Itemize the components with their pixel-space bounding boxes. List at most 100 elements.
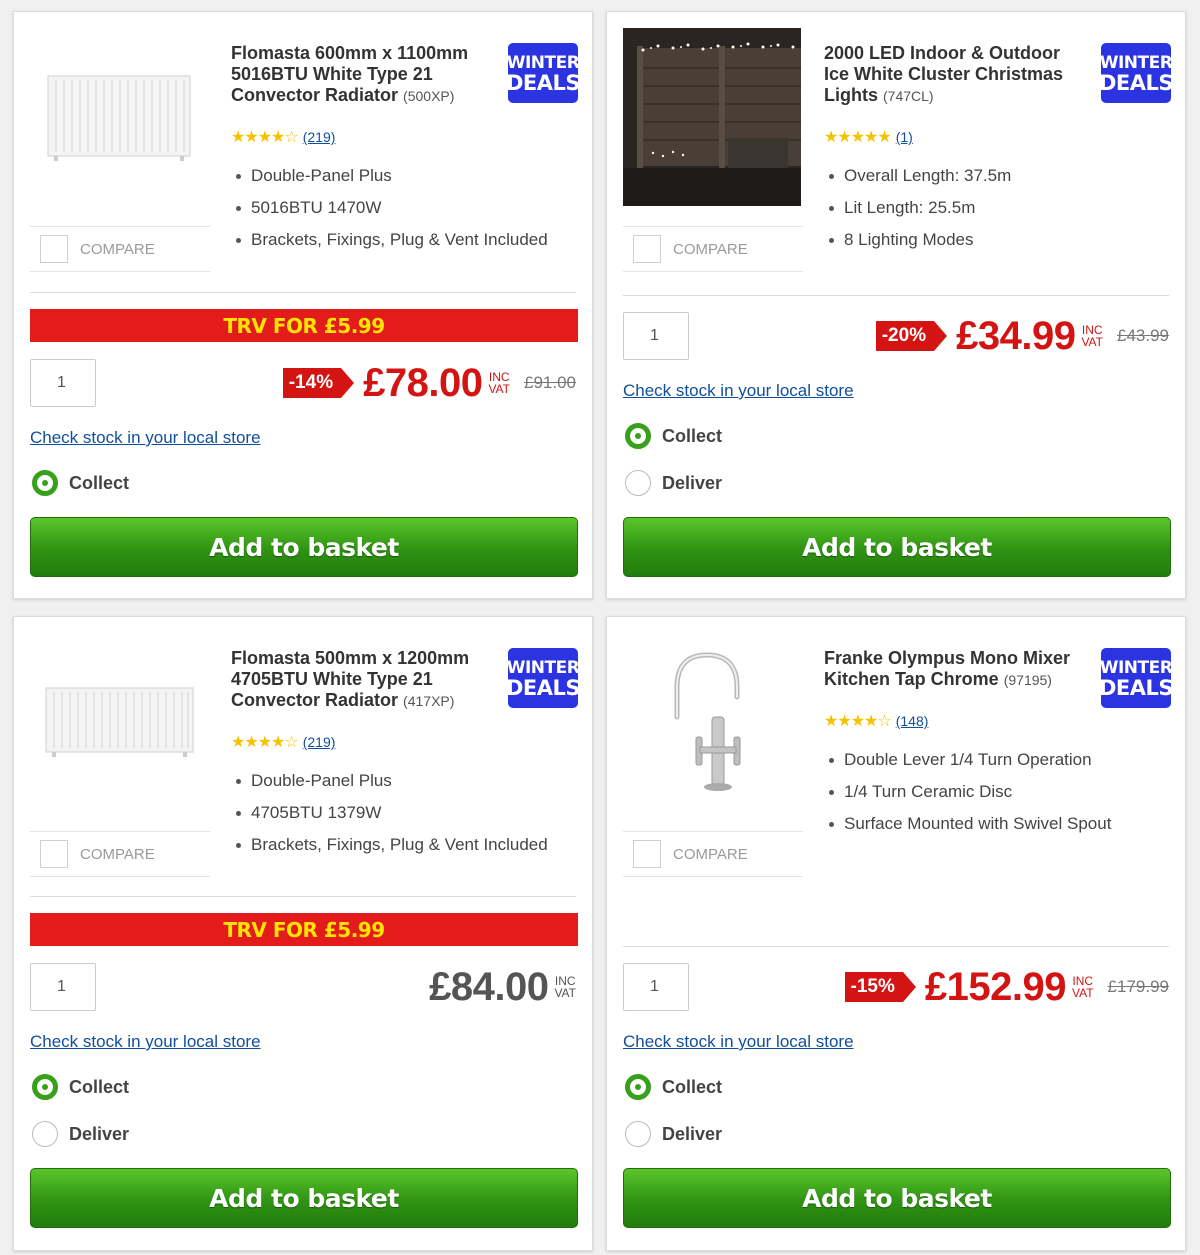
quantity-input[interactable] (623, 312, 689, 360)
price-row: -20% £34.99 INC VAT £43.99 (875, 314, 1169, 358)
collect-option[interactable]: Collect (625, 423, 722, 449)
product-image[interactable] (623, 633, 801, 811)
collect-option[interactable]: Collect (625, 1074, 722, 1100)
feature-item: Double-Panel Plus (231, 765, 548, 797)
compare-label: COMPARE (80, 845, 155, 863)
deliver-option[interactable]: Deliver (625, 470, 722, 496)
review-count-link[interactable]: (148) (896, 713, 929, 729)
feature-item: Brackets, Fixings, Plug & Vent Included (231, 829, 548, 861)
winter-deals-badge: WINTER DEALS (1098, 43, 1174, 103)
quantity-input[interactable] (30, 963, 96, 1011)
badge-line2: DEALS (1098, 676, 1174, 700)
badge-line1: WINTER (506, 658, 580, 678)
radio-unselected-icon[interactable] (625, 1121, 651, 1147)
divider (623, 946, 1169, 947)
add-to-basket-button[interactable]: Add to basket (623, 517, 1171, 577)
feature-item: Double-Panel Plus (231, 160, 548, 192)
add-to-basket-button[interactable]: Add to basket (30, 1168, 578, 1228)
feature-item: Lit Length: 25.5m (824, 192, 1011, 224)
check-stock-link[interactable]: Check stock in your local store (30, 428, 261, 448)
badge-line1: WINTER (1099, 53, 1173, 73)
check-stock-link[interactable]: Check stock in your local store (30, 1032, 261, 1052)
product-image[interactable] (623, 28, 801, 206)
compare-checkbox[interactable] (633, 840, 661, 868)
discount-badge: -20% (875, 321, 948, 351)
review-count-link[interactable]: (219) (303, 734, 336, 750)
promo-banner: TRV FOR £5.99 (30, 309, 578, 342)
was-price: £179.99 (1107, 977, 1169, 996)
collect-option[interactable]: Collect (32, 1074, 129, 1100)
discount-badge: -15% (844, 972, 917, 1002)
collect-option[interactable]: Collect (32, 470, 129, 496)
radio-selected-icon[interactable] (625, 1074, 651, 1100)
star-rating-icon: ★★★★☆ (231, 129, 299, 146)
badge-line2: DEALS (1098, 71, 1174, 95)
product-code: (97195) (1003, 672, 1052, 688)
rating: ★★★★☆ (219) (231, 732, 335, 752)
rating: ★★★★★ (1) (824, 127, 913, 147)
christmas-lights-image (623, 28, 801, 206)
compare-checkbox[interactable] (40, 840, 68, 868)
product-card: COMPARE 2000 LED Indoor & Outdoor Ice Wh… (606, 11, 1186, 599)
feature-item: 8 Lighting Modes (824, 224, 1011, 256)
inc-vat-label: INC VAT (488, 370, 510, 396)
compare-row: COMPARE (30, 226, 210, 272)
winter-deals-badge: WINTER DEALS (1098, 648, 1174, 708)
compare-checkbox[interactable] (40, 235, 68, 263)
collect-label: Collect (69, 472, 130, 493)
feature-list: Double-Panel Plus 4705BTU 1379W Brackets… (231, 765, 548, 861)
inc-vat-label: INC VAT (1081, 323, 1103, 349)
feature-list: Double-Panel Plus 5016BTU 1470W Brackets… (231, 160, 548, 256)
feature-item: 4705BTU 1379W (231, 797, 548, 829)
radio-unselected-icon[interactable] (625, 470, 651, 496)
product-code: (500XP) (403, 88, 455, 104)
product-title[interactable]: Flomasta 600mm x 1100mm 5016BTU White Ty… (231, 43, 491, 107)
compare-row: COMPARE (623, 831, 803, 877)
collect-label: Collect (69, 1076, 130, 1097)
badge-line2: DEALS (505, 71, 581, 95)
product-image[interactable] (30, 28, 208, 206)
promo-banner: TRV FOR £5.99 (30, 913, 578, 946)
product-code: (417XP) (403, 693, 455, 709)
review-count-link[interactable]: (219) (303, 129, 336, 145)
compare-label: COMPARE (80, 240, 155, 258)
deliver-label: Deliver (69, 1123, 130, 1144)
radio-selected-icon[interactable] (32, 470, 58, 496)
quantity-input[interactable] (30, 359, 96, 407)
badge-line1: WINTER (1099, 658, 1173, 678)
product-title-text[interactable]: 2000 LED Indoor & Outdoor Ice White Clus… (824, 43, 1063, 105)
rating: ★★★★☆ (148) (824, 711, 928, 731)
product-title[interactable]: Franke Olympus Mono Mixer Kitchen Tap Ch… (824, 648, 1084, 691)
star-rating-icon: ★★★★☆ (231, 734, 299, 751)
compare-checkbox[interactable] (633, 235, 661, 263)
review-count-link[interactable]: (1) (896, 129, 913, 145)
add-to-basket-button[interactable]: Add to basket (623, 1168, 1171, 1228)
discount-badge: -14% (282, 368, 355, 398)
collect-label: Collect (662, 1076, 723, 1097)
radio-selected-icon[interactable] (32, 1074, 58, 1100)
add-to-basket-button[interactable]: Add to basket (30, 517, 578, 577)
radiator-image (45, 687, 193, 757)
feature-item: Overall Length: 37.5m (824, 160, 1011, 192)
check-stock-link[interactable]: Check stock in your local store (623, 381, 854, 401)
product-title[interactable]: Flomasta 500mm x 1200mm 4705BTU White Ty… (231, 648, 491, 712)
winter-deals-badge: WINTER DEALS (505, 43, 581, 103)
radio-unselected-icon[interactable] (32, 1121, 58, 1147)
feature-item: Double Lever 1/4 Turn Operation (824, 744, 1111, 776)
product-card: COMPARE Flomasta 600mm x 1100mm 5016BTU … (13, 11, 593, 599)
product-card: COMPARE Franke Olympus Mono Mixer Kitche… (606, 616, 1186, 1251)
deliver-option[interactable]: Deliver (32, 1121, 129, 1147)
rating: ★★★★☆ (219) (231, 127, 335, 147)
radio-selected-icon[interactable] (625, 423, 651, 449)
price: £152.99 (924, 964, 1067, 1009)
compare-label: COMPARE (673, 845, 748, 863)
deliver-option[interactable]: Deliver (625, 1121, 722, 1147)
feature-item: 5016BTU 1470W (231, 192, 548, 224)
product-image[interactable] (30, 633, 208, 811)
product-title[interactable]: 2000 LED Indoor & Outdoor Ice White Clus… (824, 43, 1084, 107)
check-stock-link[interactable]: Check stock in your local store (623, 1032, 854, 1052)
kitchen-tap-image (674, 652, 741, 791)
quantity-input[interactable] (623, 963, 689, 1011)
compare-row: COMPARE (30, 831, 210, 877)
product-card: COMPARE Flomasta 500mm x 1200mm 4705BTU … (13, 616, 593, 1251)
